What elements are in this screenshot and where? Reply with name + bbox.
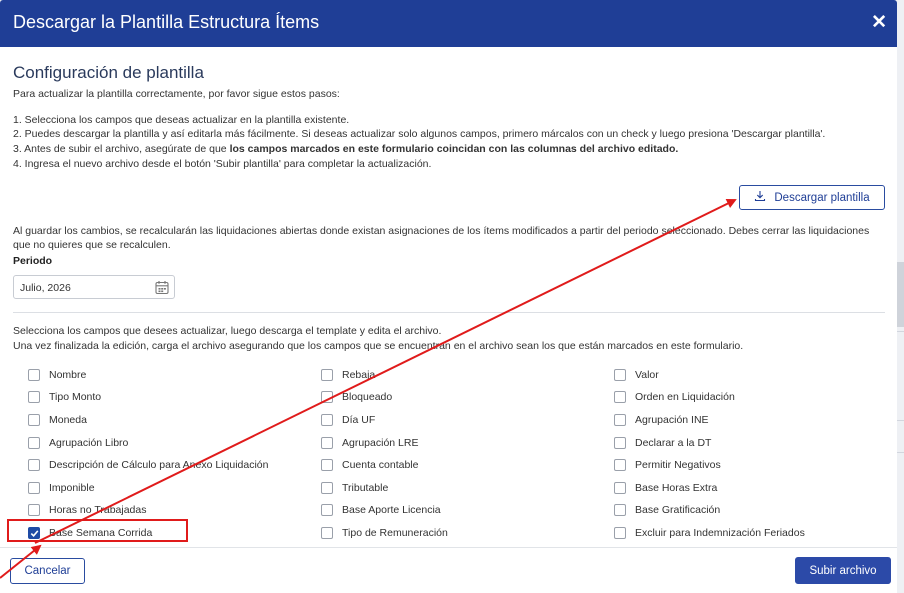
checkbox[interactable] [28,459,40,471]
checkbox-label: Día UF [342,414,376,426]
checkbox[interactable] [28,504,40,516]
checkbox[interactable] [614,414,626,426]
period-label: Periodo [13,255,53,267]
checkbox-label: Tipo Monto [49,391,102,403]
field-checkbox-item[interactable]: Base Horas Extra [614,480,717,496]
checkbox[interactable] [321,437,333,449]
period-value: Julio, 2026 [20,282,71,294]
step-3-prefix: 3. Antes de subir el archivo, asegúrate … [13,143,230,155]
annotation-highlight-box [7,519,188,542]
step-2: 2. Puedes descargar la plantilla y así e… [13,128,826,140]
divider [13,312,885,313]
checkbox-label: Base Gratificación [635,504,721,516]
checkbox[interactable] [321,391,333,403]
field-checkbox-item[interactable]: Tributable [321,480,388,496]
checkbox[interactable] [614,437,626,449]
checkbox-label: Permitir Negativos [635,459,721,471]
checkbox[interactable] [28,437,40,449]
checkbox[interactable] [321,414,333,426]
step-1: 1. Selecciona los campos que deseas actu… [13,114,350,126]
period-date-field[interactable]: Julio, 2026 [13,275,175,299]
checkbox[interactable] [321,369,333,381]
checkbox-label: Descripción de Cálculo para Anexo Liquid… [49,459,269,471]
checkbox-label: Nombre [49,369,87,381]
checkbox-label: Excluir para Indemnización Feriados [635,527,805,539]
checkbox[interactable] [614,527,626,539]
upload-file-button[interactable]: Subir archivo [795,557,891,584]
step-4: 4. Ingresa el nuevo archivo desde el bot… [13,158,432,170]
checkbox-label: Agrupación LRE [342,437,419,449]
checkbox-label: Agrupación INE [635,414,709,426]
checkbox-label: Declarar a la DT [635,437,712,449]
checkbox[interactable] [614,504,626,516]
checkbox[interactable] [321,482,333,494]
field-checkbox-item[interactable]: Excluir para Indemnización Feriados [614,525,805,541]
calendar-icon[interactable] [155,280,169,300]
checkbox-label: Imponible [49,482,95,494]
checkbox[interactable] [28,391,40,403]
fields-instruction-1: Selecciona los campos que desees actuali… [13,325,442,337]
field-checkbox-item[interactable]: Cuenta contable [321,457,418,473]
field-checkbox-item[interactable]: Agrupación INE [614,412,709,428]
cancel-button[interactable]: Cancelar [10,558,85,584]
field-checkbox-item[interactable]: Permitir Negativos [614,457,721,473]
checkbox-label: Base Horas Extra [635,482,718,494]
checkbox[interactable] [614,369,626,381]
field-checkbox-item[interactable]: Moneda [28,412,87,428]
fields-instruction-2: Una vez finalizada la edición, carga el … [13,340,744,352]
checkbox[interactable] [321,504,333,516]
checkbox-label: Bloqueado [342,391,393,403]
field-checkbox-item[interactable]: Declarar a la DT [614,435,711,451]
field-checkbox-item[interactable]: Tipo de Remuneración [321,525,448,541]
checkbox-label: Horas no Trabajadas [49,504,147,516]
background-scrollbar[interactable] [896,262,904,327]
step-3-bold: los campos marcados en este formulario c… [229,143,679,155]
checkbox-label: Base Aporte Licencia [342,504,441,516]
field-checkbox-item[interactable]: Orden en Liquidación [614,389,735,405]
download-template-dialog: Descargar la Plantilla Estructura Ítems … [0,0,897,593]
checkbox-label: Orden en Liquidación [635,391,735,403]
field-checkbox-item[interactable]: Valor [614,367,659,383]
background-page-strip [896,0,904,593]
download-button-label: Descargar plantilla [774,191,870,204]
field-checkbox-item[interactable]: Imponible [28,480,95,496]
intro-text: Para actualizar la plantilla correctamen… [13,88,340,100]
checkbox[interactable] [28,482,40,494]
field-checkbox-item[interactable]: Agrupación Libro [28,435,128,451]
checkbox[interactable] [321,527,333,539]
field-checkbox-item[interactable]: Día UF [321,412,375,428]
field-checkbox-item[interactable]: Nombre [28,367,86,383]
download-icon [754,190,766,205]
field-checkbox-item[interactable]: Descripción de Cálculo para Anexo Liquid… [28,457,268,473]
recalc-warning: Al guardar los cambios, se recalcularán … [13,225,870,251]
checkbox[interactable] [321,459,333,471]
checkbox-label: Cuenta contable [342,459,419,471]
checkbox-label: Valor [635,369,659,381]
checkbox[interactable] [614,391,626,403]
checkbox-label: Moneda [49,414,87,426]
step-3: 3. Antes de subir el archivo, asegúrate … [13,143,678,155]
dialog-header: Descargar la Plantilla Estructura Ítems … [0,0,897,47]
field-checkbox-item[interactable]: Horas no Trabajadas [28,502,146,518]
field-checkbox-item[interactable]: Bloqueado [321,389,392,405]
checkbox[interactable] [28,414,40,426]
field-checkbox-item[interactable]: Rebaja [321,367,375,383]
dialog-footer: Cancelar Subir archivo [0,547,897,593]
config-heading: Configuración de plantilla [13,63,204,82]
dialog-body: Configuración de plantilla Para actualiz… [0,47,897,547]
dialog-title: Descargar la Plantilla Estructura Ítems [13,12,320,32]
checkbox-label: Tipo de Remuneración [342,527,448,539]
download-template-button[interactable]: Descargar plantilla [739,185,885,210]
checkbox[interactable] [614,459,626,471]
field-checkbox-item[interactable]: Agrupación LRE [321,435,418,451]
checkbox-label: Rebaja [342,369,376,381]
checkbox[interactable] [28,369,40,381]
checkbox[interactable] [614,482,626,494]
close-icon[interactable]: ✕ [871,13,887,32]
field-checkbox-item[interactable]: Base Aporte Licencia [321,502,441,518]
checkbox-label: Agrupación Libro [49,437,129,449]
field-checkbox-item[interactable]: Tipo Monto [28,389,101,405]
field-checkbox-item[interactable]: Base Gratificación [614,502,720,518]
checkbox-label: Tributable [342,482,389,494]
